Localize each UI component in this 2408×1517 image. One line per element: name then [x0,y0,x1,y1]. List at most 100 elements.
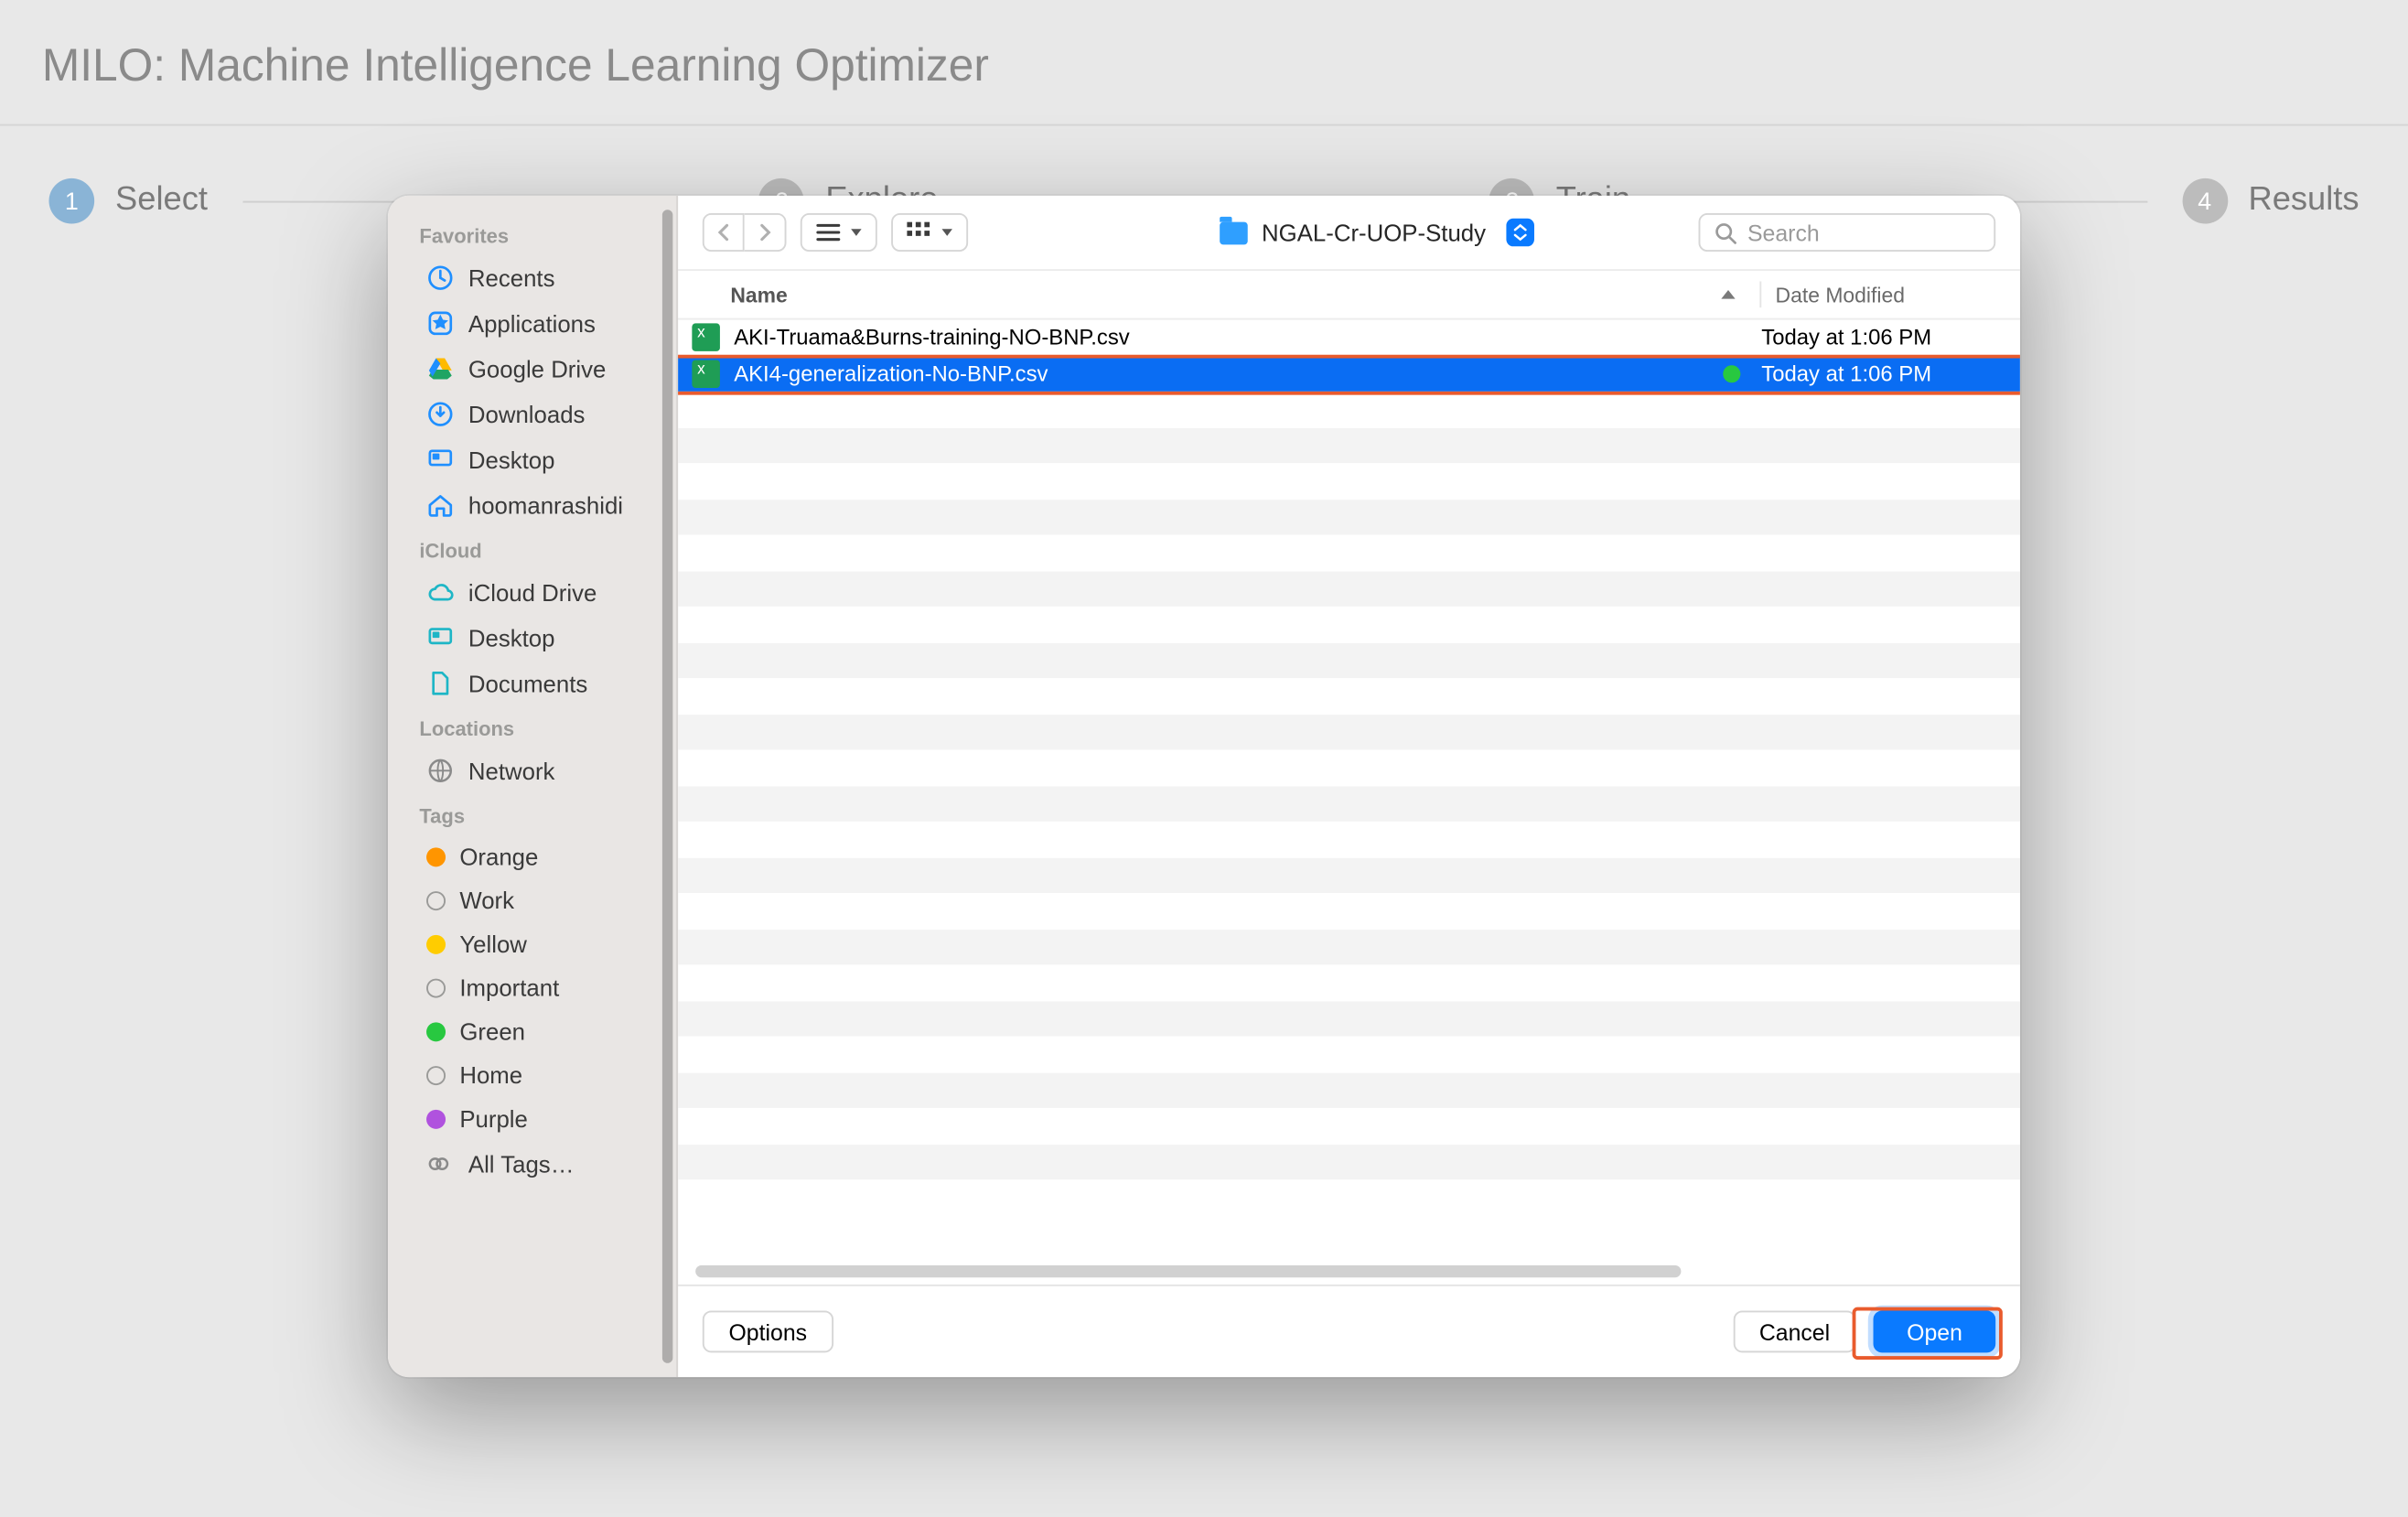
sidebar-tag-orange[interactable]: Orange [395,835,670,879]
sidebar-tag-work[interactable]: Work [395,879,670,923]
sidebar-item-home[interactable]: hoomanrashidi [395,482,670,528]
list-header: Name Date Modified [678,269,2020,319]
sidebar-item-desktop[interactable]: Desktop [395,437,670,483]
desktop-icon [426,624,455,652]
sidebar-item-desktop-icloud[interactable]: Desktop [395,615,670,661]
sidebar-item-label: Desktop [468,625,555,651]
sidebar-item-icloud-drive[interactable]: iCloud Drive [395,570,670,616]
sidebar-item-documents[interactable]: Documents [395,661,670,706]
sidebar-item-network[interactable]: Network [395,748,670,793]
nav-forward-button[interactable] [745,213,787,252]
sidebar-item-label: Recents [468,264,555,291]
horizontal-scrollbar[interactable] [695,1265,1681,1277]
spreadsheet-icon [692,324,720,352]
search-icon [1715,221,1737,244]
all-tags-icon [426,1150,455,1178]
sidebar-item-label: Important [459,975,559,1002]
search-input[interactable]: Search [1699,213,1996,252]
file-open-dialog: Favorites Recents Applications Google Dr… [388,196,2020,1377]
search-placeholder: Search [1747,220,1820,246]
folder-dropdown-icon [1507,219,1535,247]
cancel-button[interactable]: Cancel [1733,1311,1856,1353]
step-number: 1 [48,178,94,224]
sidebar-item-label: hoomanrashidi [468,492,623,519]
tag-dot-icon [426,1066,446,1085]
sidebar-item-label: Purple [459,1106,528,1133]
sidebar: Favorites Recents Applications Google Dr… [388,196,678,1377]
dialog-footer: Options Cancel Open [678,1285,2020,1377]
tag-dot-icon [426,935,446,954]
sidebar-item-label: Documents [468,670,587,696]
sidebar-tag-green[interactable]: Green [395,1010,670,1054]
sidebar-item-label: iCloud Drive [468,579,597,606]
file-date: Today at 1:06 PM [1761,361,2020,386]
home-icon [426,491,455,520]
sidebar-item-label: Yellow [459,931,527,958]
app-title: MILO: Machine Intelligence Learning Opti… [0,0,2408,126]
globe-icon [426,757,455,785]
sidebar-item-label: Downloads [468,401,586,427]
sidebar-scrollbar[interactable] [662,210,672,1363]
tag-dot-icon [426,1110,446,1129]
open-button[interactable]: Open [1874,1311,1995,1353]
dialog-main: NGAL-Cr-UOP-Study Search Name Date Modif… [678,196,2020,1377]
sidebar-item-label: Network [468,758,555,784]
sidebar-tag-home[interactable]: Home [395,1054,670,1098]
sidebar-heading-tags: Tags [388,793,676,835]
nav-back-button[interactable] [703,213,745,252]
sidebar-item-downloads[interactable]: Downloads [395,392,670,437]
google-drive-icon [426,355,455,383]
sidebar-item-label: Work [459,888,514,914]
column-divider[interactable] [1759,282,1761,308]
sidebar-item-google-drive[interactable]: Google Drive [395,346,670,392]
file-list: AKI-Truama&Burns-training-NO-BNP.csv Tod… [678,320,2020,1285]
chevron-down-icon [851,229,861,236]
doc-icon [426,670,455,698]
column-header-date[interactable]: Date Modified [1776,282,2020,307]
view-list-button[interactable] [801,213,877,252]
view-grid-button[interactable] [891,213,968,252]
sort-indicator[interactable] [1711,290,1746,299]
sidebar-item-label: Home [459,1062,522,1089]
cloud-icon [426,578,455,607]
folder-selector[interactable]: NGAL-Cr-UOP-Study [1220,213,1534,252]
tag-dot-icon [426,891,446,910]
sidebar-item-label: All Tags… [468,1151,575,1178]
sidebar-heading-icloud: iCloud [388,528,676,570]
clock-icon [426,264,455,292]
sidebar-item-label: Green [459,1019,525,1046]
tag-dot-icon [426,979,446,998]
sidebar-heading-favorites: Favorites [388,213,676,255]
sidebar-tag-yellow[interactable]: Yellow [395,922,670,966]
sidebar-heading-locations: Locations [388,706,676,748]
app-icon [426,309,455,338]
tag-dot-icon [426,1022,446,1041]
step-select[interactable]: 1 Select [48,178,207,224]
sidebar-tag-important[interactable]: Important [395,966,670,1010]
column-header-name[interactable]: Name [730,282,1711,307]
sync-status-icon [1723,365,1740,382]
file-row-selected[interactable]: AKI4-generalization-No-BNP.csv Today at … [678,356,2020,392]
options-button[interactable]: Options [703,1311,833,1353]
file-date: Today at 1:06 PM [1761,326,2020,350]
sidebar-tag-purple[interactable]: Purple [395,1097,670,1141]
file-name: AKI-Truama&Burns-training-NO-BNP.csv [734,326,1130,350]
spreadsheet-icon [692,360,720,388]
sidebar-item-applications[interactable]: Applications [395,301,670,347]
step-number: 4 [2182,178,2228,224]
step-label: Results [2249,182,2360,221]
dialog-toolbar: NGAL-Cr-UOP-Study Search [678,196,2020,269]
tag-dot-icon [426,847,446,866]
step-results[interactable]: 4 Results [2182,178,2360,224]
download-icon [426,400,455,428]
sidebar-item-label: Desktop [468,446,555,473]
file-name: AKI4-generalization-No-BNP.csv [734,361,1048,386]
sidebar-item-recents[interactable]: Recents [395,255,670,301]
sidebar-item-label: Applications [468,310,596,337]
sidebar-item-label: Orange [459,845,538,871]
file-row[interactable]: AKI-Truama&Burns-training-NO-BNP.csv Tod… [678,320,2020,356]
chevron-down-icon [941,229,951,236]
folder-icon [1220,221,1248,244]
sidebar-all-tags[interactable]: All Tags… [395,1141,670,1187]
folder-name: NGAL-Cr-UOP-Study [1262,220,1486,246]
